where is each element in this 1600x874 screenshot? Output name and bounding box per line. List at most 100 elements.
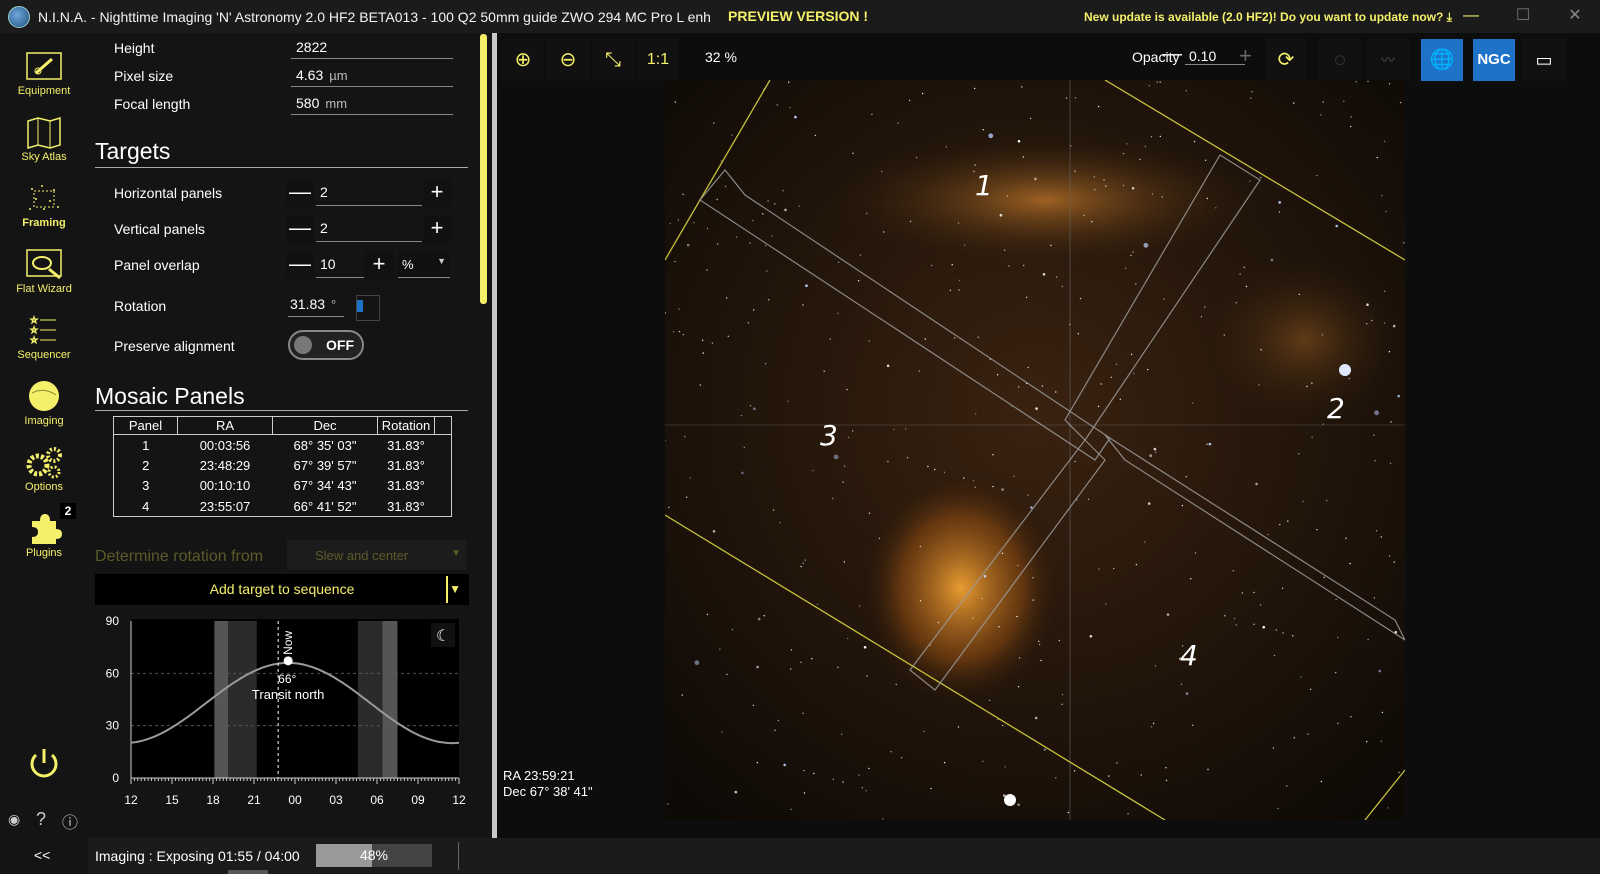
collapse-button[interactable]: <<	[34, 847, 50, 863]
minimize-button[interactable]: —	[1456, 6, 1486, 26]
nav-imaging[interactable]: Imaging	[0, 371, 88, 437]
horizontal-scrollbar[interactable]	[228, 870, 268, 874]
star	[1180, 683, 1183, 685]
preserve-alignment-toggle[interactable]: OFF	[288, 330, 364, 360]
rotation-slider-thumb[interactable]	[357, 300, 363, 312]
star	[1206, 197, 1208, 200]
star	[1035, 407, 1038, 410]
nav-sky-atlas[interactable]: Sky Atlas	[0, 107, 88, 173]
zoom-out-button[interactable]: ⊖	[547, 39, 589, 81]
update-link[interactable]: New update is available (2.0 HF2)! Do yo…	[1084, 10, 1452, 25]
horizontal-panels-input[interactable]: 2	[316, 180, 422, 206]
table-row[interactable]: 4 23:55:07 66° 41' 52" 31.83°	[114, 496, 452, 516]
panel-overlap-input[interactable]: 10	[316, 252, 364, 278]
chevron-down-icon[interactable]: ▼	[449, 574, 461, 605]
determine-rotation-select[interactable]: Slew and center ▼	[287, 540, 467, 570]
table-row[interactable]: 3 00:10:10 67° 34' 43" 31.83°	[114, 476, 452, 496]
map-overlay-icon[interactable]: ▭	[1523, 39, 1565, 81]
star	[1181, 504, 1184, 507]
column-header[interactable]: Dec	[272, 416, 378, 436]
star	[749, 242, 751, 244]
star	[1163, 298, 1165, 300]
star	[764, 245, 767, 247]
table-row[interactable]: 2 23:48:29 67° 39' 57" 31.83°	[114, 455, 452, 475]
star	[1029, 117, 1032, 120]
sky-image[interactable]: 1 2 3 4	[665, 80, 1405, 820]
nav-label: Options	[25, 481, 63, 493]
star	[1260, 349, 1262, 351]
star	[1245, 285, 1248, 288]
star	[1089, 635, 1093, 638]
nav-flat-wizard[interactable]: Flat Wizard	[0, 239, 88, 305]
add-target-to-sequence-button[interactable]: Add target to sequence ▼	[95, 574, 469, 605]
vertical-panels-decrement[interactable]: —	[286, 215, 314, 243]
y-axis: 90 60 30 0	[106, 614, 120, 785]
star	[833, 454, 839, 460]
star	[783, 763, 786, 767]
cell: 00:03:56	[199, 437, 251, 453]
rotation-input[interactable]: 31.83 °	[288, 293, 344, 317]
opacity-increment[interactable]: +	[1239, 43, 1252, 69]
one-to-one-button[interactable]: 1:1	[637, 39, 679, 81]
star	[1366, 303, 1369, 306]
overlap-unit-select[interactable]: % ▼	[398, 252, 450, 278]
vertical-panels-increment[interactable]: +	[423, 215, 451, 243]
constellation-lines-icon[interactable]: 〰	[1367, 39, 1409, 81]
star	[868, 512, 871, 514]
star	[983, 574, 987, 578]
nav-options[interactable]: Options	[0, 437, 88, 503]
star	[1204, 306, 1206, 308]
status-divider	[458, 842, 459, 870]
globe-icon[interactable]: 🌐	[1421, 39, 1463, 81]
star	[1374, 410, 1379, 416]
zoom-in-button[interactable]: ⊕	[502, 39, 544, 81]
maximize-button[interactable]: ☐	[1508, 6, 1538, 26]
horizontal-panels-decrement[interactable]: —	[286, 179, 314, 207]
ngc-toggle-button[interactable]: NGC	[1473, 39, 1515, 81]
info-icon[interactable]: ⓘ	[62, 809, 78, 833]
star	[865, 790, 867, 792]
star	[1192, 724, 1194, 726]
opacity-decrement[interactable]: —	[1162, 43, 1182, 66]
star	[1277, 807, 1279, 810]
star	[832, 778, 834, 780]
star	[1098, 568, 1100, 570]
rotation-slider[interactable]	[356, 295, 380, 321]
fit-to-screen-button[interactable]: ⤡	[592, 39, 634, 81]
nav-framing[interactable]: Framing	[0, 173, 88, 239]
column-header[interactable]: Rotation	[377, 416, 435, 436]
table-row[interactable]: 1 00:03:56 68° 35' 03" 31.83°	[114, 435, 452, 455]
star	[900, 757, 903, 759]
close-button[interactable]: ✕	[1560, 6, 1590, 26]
panel-overlap-decrement[interactable]: —	[286, 251, 314, 279]
star	[886, 364, 890, 368]
constellation-boundary-icon[interactable]: ◌	[1319, 39, 1361, 81]
star	[1206, 443, 1208, 445]
pixel-size-input[interactable]: 4.63 µm	[291, 65, 453, 87]
star	[752, 704, 755, 707]
help-icon[interactable]: ?	[36, 809, 46, 830]
star	[1083, 214, 1085, 217]
star	[1165, 779, 1168, 782]
star	[1281, 587, 1284, 589]
focal-length-input[interactable]: 580 mm	[291, 93, 453, 115]
opacity-input[interactable]: 0.10	[1185, 48, 1245, 65]
star	[1403, 242, 1405, 244]
horizontal-panels-increment[interactable]: +	[423, 179, 451, 207]
star	[837, 666, 839, 669]
vertical-panels-input[interactable]: 2	[316, 216, 422, 242]
power-icon[interactable]	[26, 745, 62, 781]
star	[1235, 624, 1237, 626]
height-input[interactable]: 2822	[291, 37, 453, 59]
nav-plugins[interactable]: Plugins 2	[0, 503, 88, 569]
nav-sequencer[interactable]: ☆ ☆ ☆ Sequencer	[0, 305, 88, 371]
column-header[interactable]: RA	[177, 416, 273, 436]
nav-equipment[interactable]: Equipment	[0, 41, 88, 107]
panel-overlap-increment[interactable]: +	[365, 251, 393, 279]
column-header[interactable]: Panel	[113, 416, 178, 436]
rotate-icon[interactable]: ⟳	[1265, 39, 1307, 81]
left-panel-scrollbar[interactable]	[480, 34, 487, 304]
eye-icon[interactable]: ◉	[8, 811, 20, 828]
cell: 23:48:29	[199, 457, 251, 473]
nav-label: Framing	[22, 217, 66, 229]
